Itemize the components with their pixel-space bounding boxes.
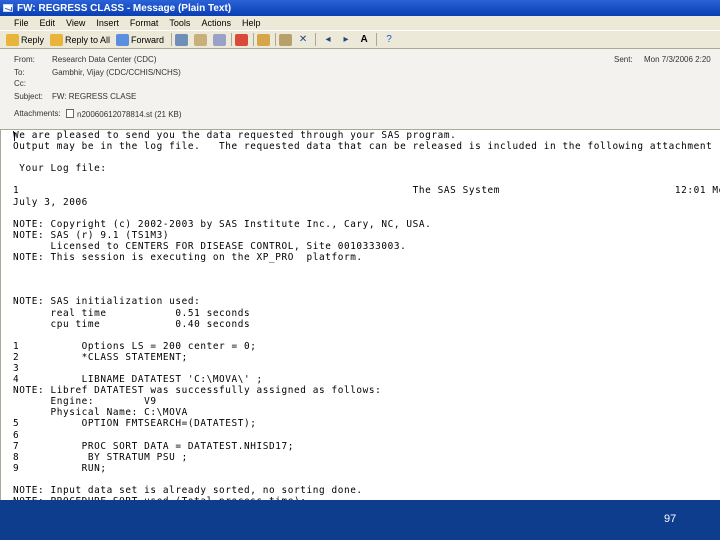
forward-button[interactable]: Forward — [114, 32, 168, 48]
to-row: To: Gambhir, Vijay (CDC/CCHIS/NCHS) — [14, 68, 181, 77]
body-line: 8 BY STRATUM PSU ; — [13, 451, 188, 463]
sent-value: Mon 7/3/2006 2:20 — [644, 55, 711, 64]
print-icon[interactable] — [175, 33, 189, 46]
menu-edit[interactable]: Edit — [36, 18, 63, 28]
body-line: 7 PROC SORT DATA = DATATEST.NHISD17; — [13, 440, 294, 452]
menu-insert[interactable]: Insert — [92, 18, 126, 28]
body-line: 2 *CLASS STATEMENT; — [13, 351, 188, 363]
body-line: Output may be in the log file. The reque… — [13, 141, 713, 153]
menu-bar: File Edit View Insert Format Tools Actio… — [0, 16, 720, 31]
body-line: 3 — [13, 362, 20, 374]
title-bar: FW: REGRESS CLASS - Message (Plain Text) — [0, 0, 720, 16]
body-line: 4 LIBNAME DATATEST 'C:\MOVA\' ; — [13, 374, 263, 386]
menu-format[interactable]: Format — [126, 18, 166, 28]
to-value[interactable]: Gambhir, Vijay (CDC/CCHIS/NCHS) — [52, 68, 181, 77]
flag-icon[interactable] — [235, 33, 249, 46]
cc-label: Cc: — [14, 79, 26, 88]
next-icon[interactable]: ▸ — [337, 34, 355, 45]
message-body[interactable]: We are pleased to send you the data requ… — [0, 130, 720, 500]
attachment-name: n20060612078814.st (21 KB) — [77, 110, 182, 119]
cc-row: Cc: — [14, 79, 52, 88]
subject-value: FW: REGRESS CLASE — [52, 92, 137, 101]
from-label: From: — [14, 55, 35, 64]
mail-icon — [3, 4, 13, 12]
delete-icon[interactable]: ✕ — [294, 34, 312, 45]
body-line: July 3, 2006 — [13, 196, 88, 208]
forward-label: Forward — [131, 34, 165, 45]
attachment-icon — [66, 109, 74, 118]
body-line: NOTE: SAS (r) 9.1 (TS1M3) — [13, 229, 170, 241]
body-line: Engine: V9 — [13, 396, 157, 408]
body-line: NOTE: SAS initialization used: — [13, 296, 201, 308]
body-line: cpu time 0.40 seconds — [13, 318, 251, 330]
file-icon[interactable] — [279, 33, 293, 46]
help-icon[interactable]: ? — [380, 34, 398, 45]
body-line: NOTE: Copyright (c) 2002-2003 by SAS Ins… — [13, 218, 432, 230]
from-row: From: Research Data Center (CDC) — [14, 55, 156, 64]
menu-actions[interactable]: Actions — [197, 18, 238, 28]
body-line: We are pleased to send you the data requ… — [13, 130, 457, 141]
to-label: To: — [14, 68, 25, 77]
menu-file[interactable]: File — [2, 18, 36, 28]
body-line: 6 — [13, 429, 20, 441]
body-line: Your Log file: — [13, 163, 107, 175]
message-header: From: Research Data Center (CDC) Sent: M… — [0, 49, 720, 130]
reply-all-label: Reply to All — [65, 34, 111, 45]
reply-label: Reply — [21, 34, 45, 45]
sent-row: Sent: Mon 7/3/2006 2:20 — [614, 55, 711, 64]
slide-footer: 97 — [0, 500, 720, 540]
message-text: We are pleased to send you the data requ… — [13, 130, 720, 500]
message-window: FW: REGRESS CLASS - Message (Plain Text)… — [0, 0, 720, 500]
menu-help[interactable]: Help — [238, 18, 268, 28]
body-line: 1 The SAS System 12:01 Mon — [13, 185, 720, 197]
toolbar-separator — [315, 33, 317, 46]
toolbar-separator — [376, 33, 378, 46]
attachments-row: Attachments: n20060612078814.st (21 KB) — [14, 109, 182, 119]
menu-view[interactable]: View — [62, 18, 92, 28]
reply-all-button[interactable]: Reply to All — [48, 32, 114, 48]
toolbar-separator — [171, 33, 173, 46]
reply-icon — [6, 33, 19, 46]
body-line: Licensed to CENTERS FOR DISEASE CONTROL,… — [13, 240, 407, 252]
toolbar: Reply Reply to All Forward ✕ ◂ ▸ A ? — [0, 31, 720, 49]
reply-all-icon — [50, 33, 64, 46]
toolbar-separator — [231, 33, 233, 46]
menu-tools[interactable]: Tools — [165, 18, 197, 28]
toolbar-separator — [275, 33, 277, 46]
attachments-label: Attachments: — [14, 109, 61, 118]
attachment-file[interactable]: n20060612078814.st (21 KB) — [66, 109, 182, 119]
previous-icon[interactable]: ◂ — [319, 34, 337, 45]
forward-icon — [116, 33, 130, 46]
body-line: real time 0.51 seconds — [13, 307, 251, 319]
reply-button[interactable]: Reply — [4, 32, 48, 48]
body-line: NOTE: Input data set is already sorted, … — [13, 485, 363, 496]
subject-label: Subject: — [14, 92, 43, 101]
from-value[interactable]: Research Data Center (CDC) — [52, 55, 156, 64]
window-title: FW: REGRESS CLASS - Message (Plain Text) — [17, 2, 232, 14]
body-line: 9 RUN; — [13, 462, 107, 474]
font-size-icon[interactable]: A — [355, 34, 373, 45]
body-line: NOTE: Libref DATATEST was successfully a… — [13, 385, 382, 397]
sent-label: Sent: — [614, 55, 633, 64]
body-line: Physical Name: C:\MOVA — [13, 407, 188, 419]
address-book-icon[interactable] — [257, 33, 271, 46]
categorize-icon[interactable] — [213, 33, 227, 46]
body-line: 1 Options LS = 200 center = 0; — [13, 340, 257, 352]
subject-row: Subject: FW: REGRESS CLASE — [14, 92, 136, 101]
body-line: 5 OPTION FMTSEARCH=(DATATEST); — [13, 418, 257, 430]
toolbar-separator — [253, 33, 255, 46]
page-number: 97 — [664, 513, 677, 525]
move-icon[interactable] — [194, 33, 208, 46]
body-line: NOTE: This session is executing on the X… — [13, 252, 363, 264]
